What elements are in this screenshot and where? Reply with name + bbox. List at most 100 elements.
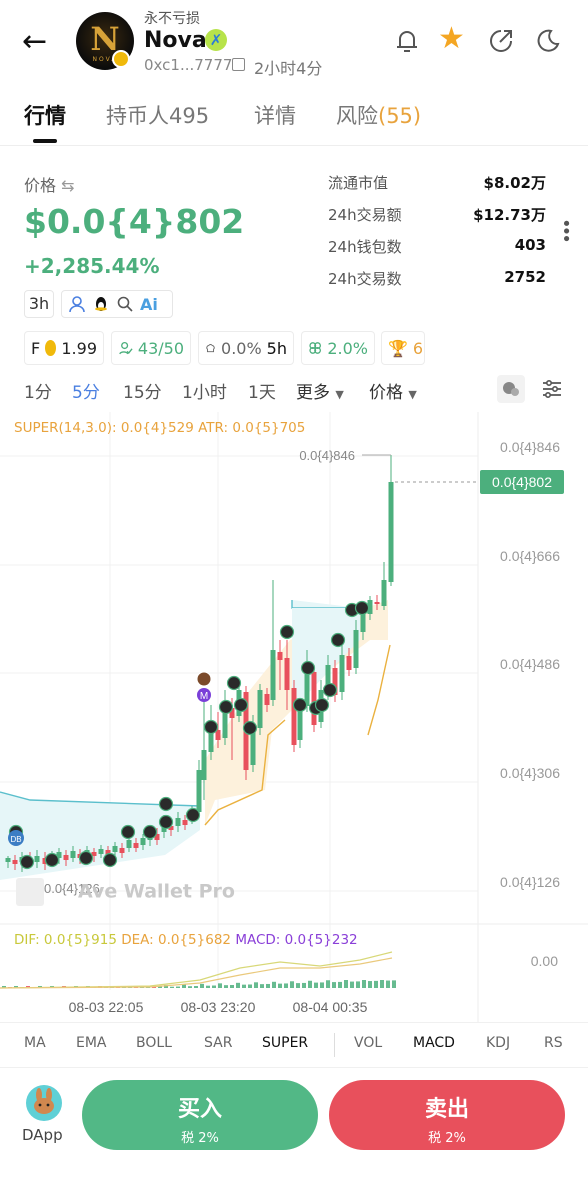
macd-histogram-bar: [176, 986, 180, 988]
trade-marker: [300, 660, 316, 676]
candle-down: [119, 848, 125, 853]
token-address[interactable]: 0xc1...7777: [144, 56, 232, 74]
tab-market[interactable]: 行情: [24, 100, 66, 130]
tab-risk-count: (55): [378, 104, 422, 128]
macd-histogram-bar: [302, 982, 306, 988]
bundle-icon: [309, 342, 321, 354]
sell-tax: 税 2%: [428, 1131, 466, 1146]
avatar-marker: [196, 671, 212, 687]
chart-settings-icon[interactable]: [540, 377, 564, 401]
indicator-macd[interactable]: MACD: [413, 1035, 455, 1051]
share-icon[interactable]: [486, 26, 516, 56]
main-tabs: 行情 持币人495 详情 风险(55): [0, 98, 588, 146]
interval-5m[interactable]: 5分: [72, 378, 100, 403]
macd-histogram-bar: [200, 983, 204, 988]
pancakeswap-icon[interactable]: [26, 1085, 62, 1121]
price-mode-dropdown[interactable]: 价格 ▼: [369, 378, 417, 403]
bell-icon[interactable]: [392, 26, 422, 56]
interval-1m[interactable]: 1分: [24, 378, 52, 403]
qq-penguin-icon[interactable]: [92, 295, 110, 313]
caret-down-icon: ▼: [408, 388, 417, 401]
more-options-icon[interactable]: •••: [555, 218, 576, 241]
holders-chip[interactable]: 43/50: [111, 331, 191, 365]
token-name: Nova: [144, 28, 207, 53]
dark-mode-moon-icon[interactable]: [532, 26, 562, 56]
bundle-chip-value: 2.0%: [327, 338, 368, 358]
candle-down: [12, 860, 18, 864]
macd-histogram-bar: [320, 982, 324, 988]
macd-histogram-bar: [248, 984, 252, 988]
token-age: 2小时4分: [254, 59, 323, 78]
macd-histogram-bar: [218, 983, 222, 988]
indicator-vol[interactable]: VOL: [354, 1035, 382, 1051]
indicator-boll[interactable]: BOLL: [136, 1035, 172, 1051]
indicator-ema[interactable]: EMA: [76, 1035, 107, 1051]
macd-dif: DIF: 0.0{5}915: [14, 932, 117, 948]
candle-up: [381, 580, 387, 606]
candle-down: [277, 652, 283, 660]
dev-chip-value: 0.0%: [221, 338, 262, 358]
tab-holders[interactable]: 持币人495: [106, 100, 209, 130]
candle-up: [175, 818, 181, 826]
macd-histogram-bar: [206, 985, 210, 988]
indicator-kdj[interactable]: KDJ: [486, 1035, 510, 1051]
trade-marker: [218, 699, 234, 715]
trophy-chip[interactable]: 🏆 6: [381, 331, 425, 365]
macd-histogram-bar: [326, 980, 330, 988]
macd-histogram-bar: [266, 983, 270, 988]
candle-up: [34, 856, 40, 862]
stat-label-mcap: 流通市值: [328, 174, 389, 192]
search-icon[interactable]: [116, 295, 134, 313]
trade-marker: [279, 624, 295, 640]
tab-details[interactable]: 详情: [254, 100, 296, 130]
macd-histogram-bar: [260, 984, 264, 988]
watermark-text: Ave Wallet Pro: [78, 880, 235, 903]
candle-up: [98, 849, 104, 854]
candle-down: [182, 820, 188, 825]
interval-more-label: 更多: [296, 383, 330, 403]
trade-marker: [142, 824, 158, 840]
supertrend-legend: SUPER(14,3.0): 0.0{4}529 ATR: 0.0{5}705: [14, 420, 306, 436]
user-icon[interactable]: [68, 295, 86, 313]
price-label[interactable]: 价格 ⇆: [24, 172, 75, 196]
interval-1d[interactable]: 1天: [248, 378, 276, 403]
trade-marker: [158, 796, 174, 812]
dev-chip[interactable]: 0.0% 5h: [198, 331, 294, 365]
y-tick-label: 0.0{4}846: [500, 439, 560, 455]
candle-down: [133, 843, 139, 848]
interval-more-dropdown[interactable]: 更多 ▼: [296, 378, 344, 403]
favorite-star-icon[interactable]: ★: [438, 24, 465, 54]
candle-up: [353, 630, 359, 668]
trade-marker: [19, 854, 35, 870]
x-tick-label: 08-03 22:05: [69, 999, 144, 1015]
candle-up: [201, 750, 207, 780]
candle-up: [70, 851, 76, 858]
candlestick-chart[interactable]: 0.0{4}846 0.0{4}126 0.0{4}802 M DB 0.0{4}84…: [0, 410, 588, 1022]
indicator-rsi[interactable]: RS: [544, 1035, 563, 1051]
indicator-ma[interactable]: MA: [24, 1035, 46, 1051]
tab-risk[interactable]: 风险(55): [336, 100, 421, 130]
indicator-toggle-icon[interactable]: [497, 375, 525, 403]
ai-icon[interactable]: Ai: [140, 295, 158, 314]
expand-icon[interactable]: [16, 878, 44, 906]
back-arrow-icon[interactable]: ←: [22, 24, 58, 60]
fee-chip[interactable]: F 1.99: [24, 331, 104, 365]
interval-15m[interactable]: 15分: [123, 378, 162, 403]
bundle-chip[interactable]: 2.0%: [301, 331, 375, 365]
indicator-super[interactable]: SUPER: [262, 1035, 308, 1051]
macd-histogram-bar: [296, 983, 300, 988]
interval-1h[interactable]: 1小时: [182, 378, 227, 403]
macd-histogram-bar: [236, 982, 240, 988]
fee-chip-label: F: [31, 338, 41, 358]
copy-icon[interactable]: [232, 58, 245, 71]
bunny-icon: [34, 1088, 54, 1114]
social-links: Ai: [61, 290, 173, 318]
bnb-coin-icon: [45, 340, 57, 356]
buy-button[interactable]: 买入 税 2%: [82, 1080, 318, 1150]
dapp-label: DApp: [22, 1126, 63, 1144]
macd-zero-tick: 0.00: [531, 953, 558, 969]
sell-button[interactable]: 卖出 税 2%: [329, 1080, 565, 1150]
caret-down-icon: ▼: [335, 388, 344, 401]
stat-value-mcap: $8.02万: [483, 174, 546, 192]
indicator-sar[interactable]: SAR: [204, 1035, 232, 1051]
